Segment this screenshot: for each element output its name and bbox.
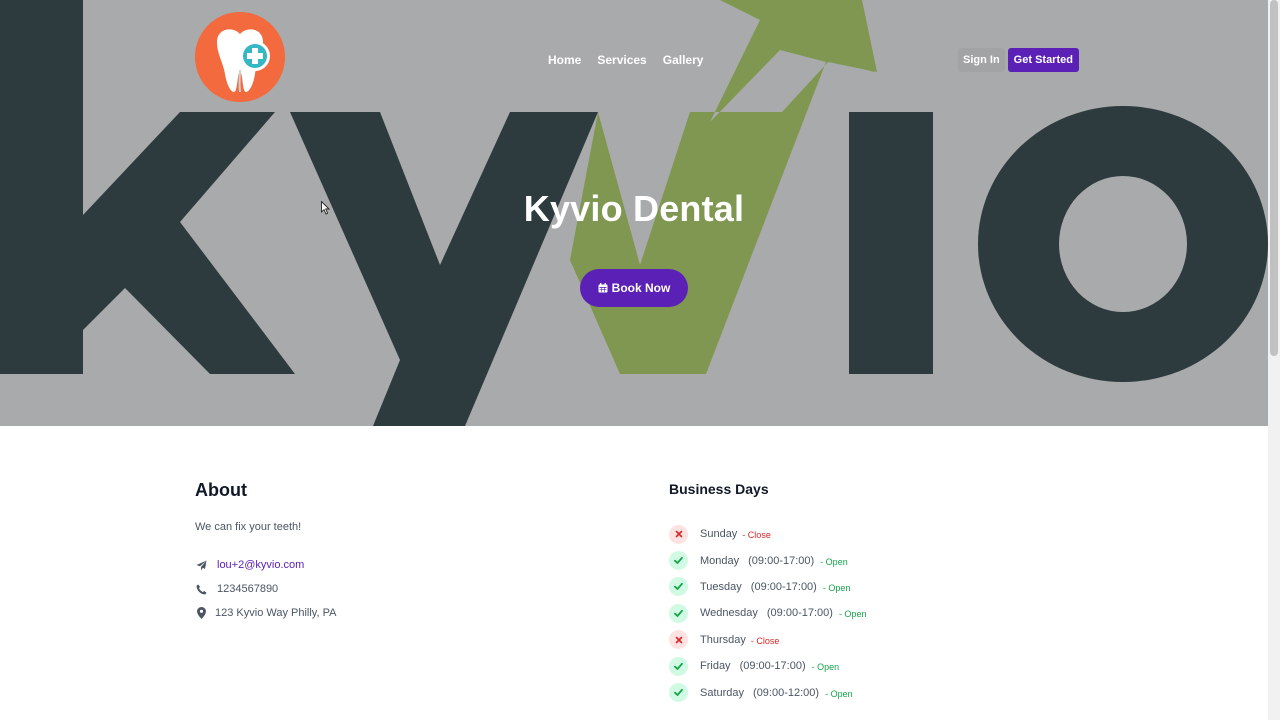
hero-banner: Home Services Gallery Sign In Get Starte… [0,0,1268,426]
day-status: - Open [811,662,840,673]
contact-phone: 1234567890 [195,577,595,601]
phone-number: 1234567890 [217,583,279,595]
about-description: We can fix your teeth! [195,521,302,533]
day-name: Sunday [700,528,738,541]
mouse-cursor-icon [321,201,330,215]
get-started-button[interactable]: Get Started [1007,48,1079,72]
day-name: Tuesday [700,580,742,593]
phone-icon [195,583,207,595]
day-status: - Close [742,530,771,541]
day-name: Saturday [700,686,745,699]
check-icon [669,577,688,597]
day-name: Wednesday [700,607,758,620]
business-day-row: Saturday (09:00-12:00) - Open [669,679,1069,705]
day-status: - Open [825,688,853,699]
map-pin-icon [195,607,207,619]
business-day-row: Monday (09:00-17:00) - Open [669,547,1069,573]
contact-list: lou+2@kyvio.com 1234567890 123 Kyvio Way… [195,553,595,625]
check-icon [669,656,688,676]
x-icon [669,524,688,544]
day-status: - Open [820,556,848,567]
day-hours: (09:00-17:00) [739,660,806,673]
business-day-row: Friday (09:00-17:00) - Open [669,653,1069,679]
contact-email: lou+2@kyvio.com [195,553,595,577]
nav-home[interactable]: Home [540,52,589,68]
book-now-button[interactable]: Book Now [580,269,688,307]
book-now-label: Book Now [611,281,671,295]
day-name: Monday [700,554,740,567]
address-text: 123 Kyvio Way Philly, PA [215,607,337,619]
day-status: - Close [750,635,780,646]
check-icon [669,683,688,703]
send-icon [195,559,207,571]
clinic-logo[interactable] [195,12,285,102]
nav-services[interactable]: Services [589,52,654,68]
hero-title: Kyvio Dental [523,188,745,229]
day-hours: (09:00-17:00) [748,554,815,567]
day-hours: (09:00-17:00) [766,607,833,620]
check-icon [669,603,688,623]
check-icon [669,551,688,571]
business-days-section: Business Days Sunday - Close Monday (09:00-… [669,481,1069,706]
day-hours: (09:00-17:00) [750,580,817,593]
business-day-row: Thursday - Close [669,627,1069,653]
business-day-row: Sunday - Close [669,521,1069,547]
x-icon [669,630,688,650]
day-hours: (09:00-12:00) [753,686,820,699]
business-day-row: Wednesday (09:00-17:00) - Open [669,600,1069,626]
about-section: About We can fix your teeth! lou+2@kyvio… [195,480,595,625]
contact-address: 123 Kyvio Way Philly, PA [195,601,595,625]
sign-in-button[interactable]: Sign In [958,48,1005,72]
day-name: Thursday [700,633,746,646]
calendar-icon [598,283,608,293]
tooth-plus-logo-icon [195,12,285,102]
main-nav: Home Services Gallery [540,52,711,68]
business-day-row: Tuesday (09:00-17:00) - Open [669,574,1069,600]
day-status: - Open [822,582,851,593]
scrollbar-thumb[interactable] [1270,0,1278,356]
about-heading: About [195,480,247,500]
day-name: Friday [700,660,731,673]
business-days-heading: Business Days [669,481,769,497]
auth-buttons: Sign In Get Started [958,48,1079,72]
day-status: - Open [838,609,867,620]
page-scrollbar[interactable] [1268,0,1280,720]
nav-gallery[interactable]: Gallery [655,52,712,68]
business-days-list: Sunday - Close Monday (09:00-17:00) - Open Tu… [669,521,1069,706]
email-link[interactable]: lou+2@kyvio.com [217,559,304,571]
